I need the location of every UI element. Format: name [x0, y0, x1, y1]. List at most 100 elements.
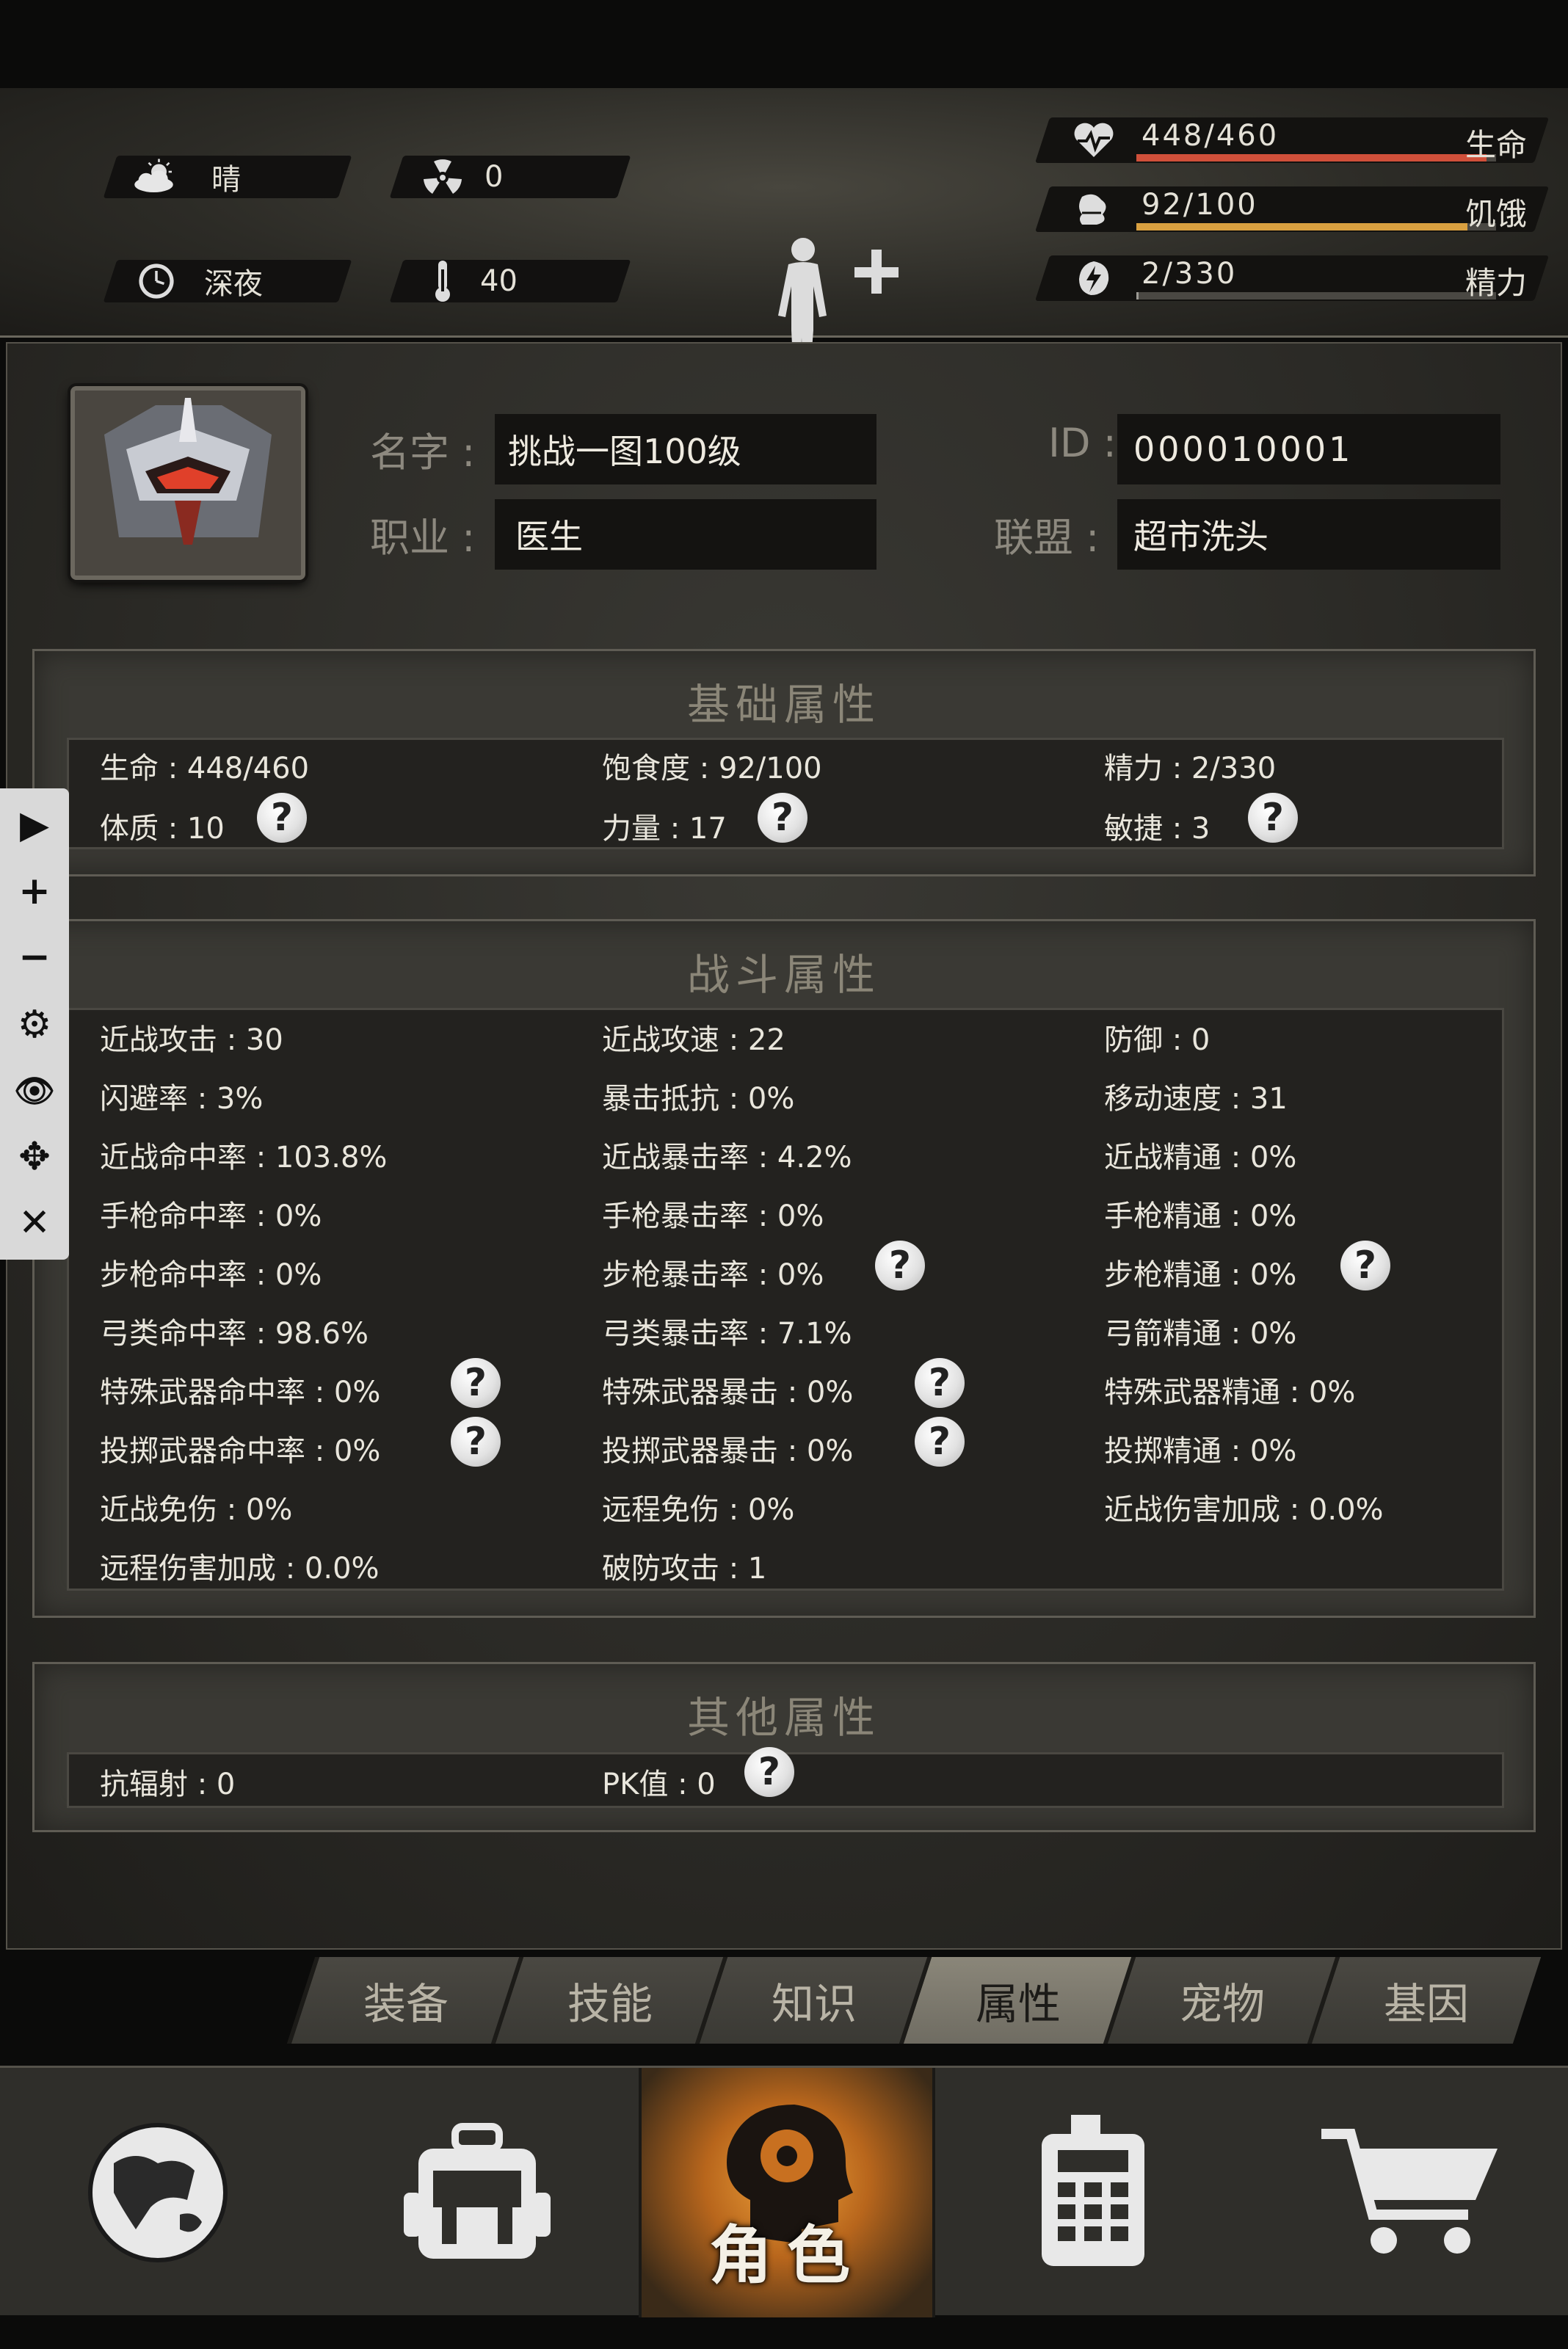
job-label: 职业 :: [370, 515, 476, 561]
nav-phone-button[interactable]: [935, 2068, 1251, 2317]
heart-icon: [1072, 120, 1116, 160]
id-label: ID :: [1048, 420, 1117, 466]
attr-dodge: 闪避率 : 3%: [100, 1082, 264, 1116]
tab-equipment[interactable]: 装备: [286, 1957, 521, 2044]
health-label: 生命: [1464, 127, 1527, 163]
attr-special-mastery: 特殊武器精通 : 0%: [1104, 1376, 1356, 1409]
attr-pistol-mastery: 手枪精通 : 0%: [1104, 1199, 1297, 1233]
nav-character-button[interactable]: 角色: [639, 2068, 935, 2317]
job-field: 医生: [495, 499, 876, 570]
helmet-portrait-icon: [75, 391, 301, 576]
eye-icon[interactable]: 👁: [0, 1061, 69, 1120]
time-chip[interactable]: 深夜: [103, 260, 352, 302]
nav-world-button[interactable]: [0, 2068, 316, 2317]
throw-hit-help-icon[interactable]: ?: [451, 1417, 501, 1467]
attr-health: 生命 : 448/460: [100, 752, 310, 785]
energy-value: 2/330: [1141, 257, 1238, 291]
rifle-mastery-help-icon[interactable]: ?: [1340, 1241, 1390, 1290]
attr-energy: 精力 : 2/330: [1104, 752, 1277, 785]
name-label: 名字 :: [370, 429, 476, 476]
attr-crit-resist: 暴击抵抗 : 0%: [602, 1082, 795, 1116]
attr-bow-crit: 弓类暴击率 : 7.1%: [602, 1317, 852, 1351]
attr-rifle-crit: 步枪暴击率 : 0%: [602, 1258, 824, 1292]
zoom-in-icon[interactable]: +: [0, 862, 69, 921]
rifle-crit-help-icon[interactable]: ?: [875, 1241, 925, 1290]
weather-condition: 晴: [211, 163, 241, 197]
attr-special-hit: 特殊武器命中率 : 0%: [100, 1376, 381, 1409]
tab-skills[interactable]: 技能: [490, 1957, 725, 2044]
throw-crit-help-icon[interactable]: ?: [915, 1417, 965, 1467]
attr-pk-value: PK值 : 0: [602, 1768, 716, 1801]
health-value: 448/460: [1141, 119, 1280, 153]
energy-icon: [1072, 258, 1116, 298]
globe-icon: [88, 2123, 228, 2262]
constitution-help-icon[interactable]: ?: [257, 793, 307, 843]
attr-bow-mastery: 弓箭精通 : 0%: [1104, 1317, 1297, 1351]
tab-knowledge[interactable]: 知识: [694, 1957, 929, 2044]
agility-help-icon[interactable]: ?: [1248, 793, 1298, 843]
attr-agility: 敏捷 : 3: [1104, 812, 1211, 846]
attr-rifle-hit: 步枪命中率 : 0%: [100, 1258, 322, 1292]
alliance-field: 超市洗头: [1117, 499, 1500, 570]
attr-melee-reduction: 近战免伤 : 0%: [100, 1493, 293, 1527]
attr-melee-hit: 近战命中率 : 103.8%: [100, 1141, 388, 1174]
stomach-icon: [1072, 189, 1116, 229]
attr-throw-mastery: 投掷精通 : 0%: [1104, 1434, 1297, 1468]
temperature-value: 40: [480, 264, 518, 298]
radiation-icon: [417, 159, 468, 195]
tab-attributes[interactable]: 属性: [899, 1957, 1133, 2044]
nav-shop-button[interactable]: [1251, 2068, 1568, 2317]
attr-throw-crit: 投掷武器暴击 : 0%: [602, 1434, 854, 1468]
attr-defense: 防御 : 0: [1104, 1023, 1211, 1057]
time-of-day: 深夜: [204, 267, 263, 301]
nav-character-label: 角色: [709, 2219, 865, 2292]
thermometer-icon: [417, 261, 468, 302]
alliance-label: 联盟 :: [994, 515, 1100, 561]
basic-attributes-title: 基础属性: [686, 680, 881, 730]
attr-melee-damage-bonus: 近战伤害加成 : 0.0%: [1104, 1493, 1384, 1527]
hunger-stat: 92/100 饥饿: [1034, 186, 1550, 232]
bottom-navigation: 角色: [0, 2066, 1568, 2317]
zoom-out-icon[interactable]: −: [0, 928, 69, 987]
other-attributes-title: 其他属性: [686, 1693, 881, 1743]
attr-armor-break: 破防攻击 : 1: [602, 1552, 767, 1586]
hunger-label: 饥饿: [1464, 196, 1527, 232]
backpack-icon: [404, 2123, 551, 2259]
attr-melee-crit: 近战暴击率 : 4.2%: [602, 1141, 852, 1174]
close-icon[interactable]: ✕: [0, 1194, 69, 1252]
tab-genes[interactable]: 基因: [1307, 1957, 1542, 2044]
move-icon[interactable]: ✥: [0, 1128, 69, 1186]
special-hit-help-icon[interactable]: ?: [451, 1358, 501, 1408]
energy-bar: [1136, 292, 1496, 299]
attr-constitution: 体质 : 10: [100, 812, 225, 846]
attr-melee-speed: 近战攻速 : 22: [602, 1023, 785, 1057]
attr-bow-hit: 弓类命中率 : 98.6%: [100, 1317, 369, 1351]
hunger-value: 92/100: [1141, 188, 1258, 222]
temperature-chip[interactable]: 40: [389, 260, 631, 302]
radiation-value: 0: [484, 160, 504, 194]
attr-radiation-resist: 抗辐射 : 0: [100, 1768, 236, 1801]
attr-melee-mastery: 近战精通 : 0%: [1104, 1141, 1297, 1174]
attr-ranged-damage-bonus: 远程伤害加成 : 0.0%: [100, 1552, 380, 1586]
play-icon[interactable]: ▶: [0, 796, 69, 854]
hunger-bar: [1136, 223, 1496, 230]
attr-pistol-hit: 手枪命中率 : 0%: [100, 1199, 322, 1233]
attr-ranged-reduction: 远程免伤 : 0%: [602, 1493, 795, 1527]
radiation-chip[interactable]: 0: [389, 156, 631, 198]
tab-pets[interactable]: 宠物: [1103, 1957, 1337, 2044]
avatar[interactable]: [70, 386, 305, 580]
pk-help-icon[interactable]: ?: [744, 1747, 794, 1797]
weather-chip[interactable]: 晴: [103, 156, 352, 198]
attr-throw-hit: 投掷武器命中率 : 0%: [100, 1434, 381, 1468]
attr-move-speed: 移动速度 : 31: [1104, 1082, 1288, 1116]
special-crit-help-icon[interactable]: ?: [915, 1358, 965, 1408]
strength-help-icon[interactable]: ?: [758, 793, 807, 843]
clock-icon: [131, 263, 182, 299]
name-field: 挑战一图100级: [495, 414, 876, 484]
weather-sunny-cloud-icon: [131, 159, 182, 195]
other-attributes-section: 其他属性: [32, 1662, 1536, 1832]
phone-icon: [1042, 2115, 1144, 2266]
nav-backpack-button[interactable]: [316, 2068, 639, 2317]
status-bar: 晴 0 深夜 40 448/460 生命 92/100 饥饿 2/330 精力: [0, 88, 1568, 389]
settings-gear-icon[interactable]: ⚙: [0, 995, 69, 1054]
